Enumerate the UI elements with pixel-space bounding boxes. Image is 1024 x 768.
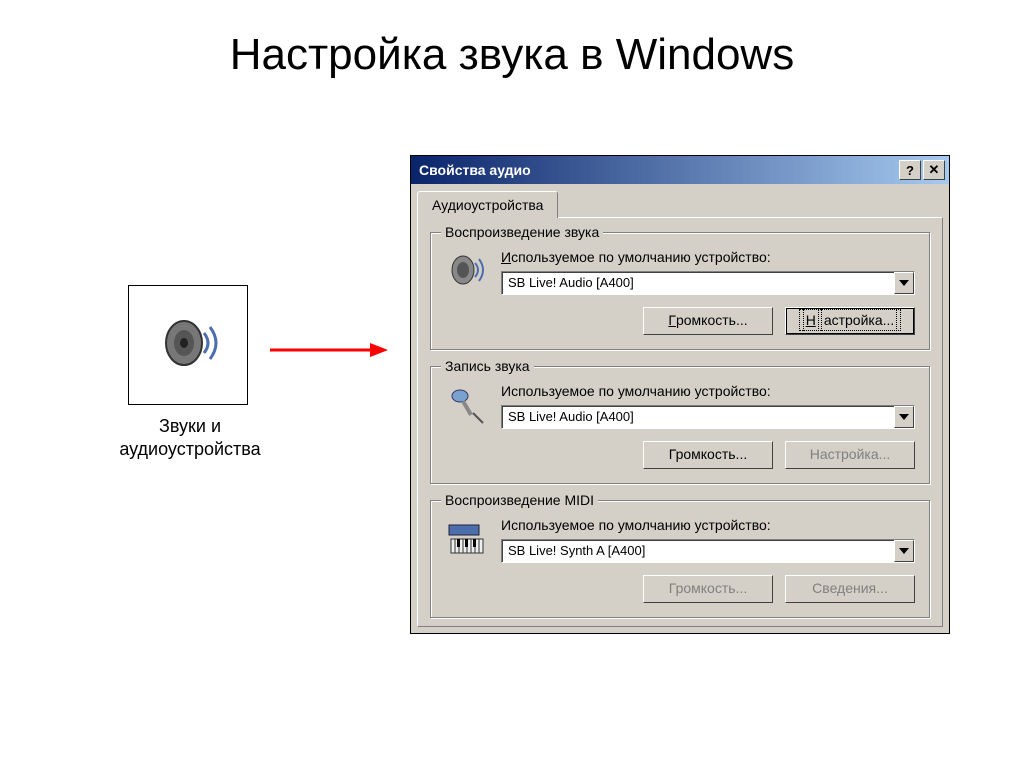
midi-device-combo[interactable]: SB Live! Synth A [A400] — [501, 539, 915, 563]
playback-volume-button[interactable]: Громкость... — [643, 307, 773, 335]
midi-keyboard-icon — [445, 517, 487, 559]
audio-properties-dialog: Свойства аудио ? ✕ Аудиоустройства Воспр… — [410, 155, 950, 634]
midi-volume-button: Громкость... — [643, 575, 773, 603]
playback-device-combo[interactable]: SB Live! Audio [A400] — [501, 271, 915, 295]
playback-device-value: SB Live! Audio [A400] — [502, 272, 894, 294]
tab-strip: Аудиоустройства — [411, 184, 949, 217]
window-title: Свойства аудио — [419, 162, 531, 178]
chevron-down-icon[interactable] — [894, 406, 914, 428]
microphone-icon — [445, 383, 487, 425]
midi-info-button: Сведения... — [785, 575, 915, 603]
group-midi-legend: Воспроизведение MIDI — [441, 492, 598, 508]
help-button[interactable]: ? — [899, 160, 921, 180]
close-button[interactable]: ✕ — [923, 160, 945, 180]
recording-device-combo[interactable]: SB Live! Audio [A400] — [501, 405, 915, 429]
playback-settings-button[interactable]: Настройка... — [785, 307, 915, 335]
group-recording-legend: Запись звука — [441, 358, 534, 374]
recording-volume-button[interactable]: Громкость... — [643, 441, 773, 469]
group-midi: Воспроизведение MIDI Используе — [430, 500, 930, 618]
group-playback-legend: Воспроизведение звука — [441, 224, 603, 240]
tab-audio-devices[interactable]: Аудиоустройства — [417, 191, 558, 218]
midi-device-label: Используемое по умолчанию устройство: — [501, 517, 915, 533]
playback-device-label: Используемое по умолчанию устройство: — [501, 249, 915, 265]
speaker-icon — [445, 249, 487, 291]
chevron-down-icon[interactable] — [894, 272, 914, 294]
sounds-cp-label: Звуки и аудиоустройства — [100, 415, 280, 460]
slide-title: Настройка звука в Windows — [0, 30, 1024, 80]
recording-settings-button: Настройка... — [785, 441, 915, 469]
recording-device-value: SB Live! Audio [A400] — [502, 406, 894, 428]
speaker-icon — [148, 303, 228, 388]
group-playback: Воспроизведение звука Используемое по ум… — [430, 232, 930, 350]
chevron-down-icon[interactable] — [894, 540, 914, 562]
midi-device-value: SB Live! Synth A [A400] — [502, 540, 894, 562]
titlebar[interactable]: Свойства аудио ? ✕ — [411, 156, 949, 184]
tab-panel: Воспроизведение звука Используемое по ум… — [417, 217, 943, 627]
sounds-cp-icon[interactable] — [128, 285, 248, 405]
recording-device-label: Используемое по умолчанию устройство: — [501, 383, 915, 399]
arrow-icon — [270, 340, 390, 360]
group-recording: Запись звука Используемое по умолчанию у… — [430, 366, 930, 484]
